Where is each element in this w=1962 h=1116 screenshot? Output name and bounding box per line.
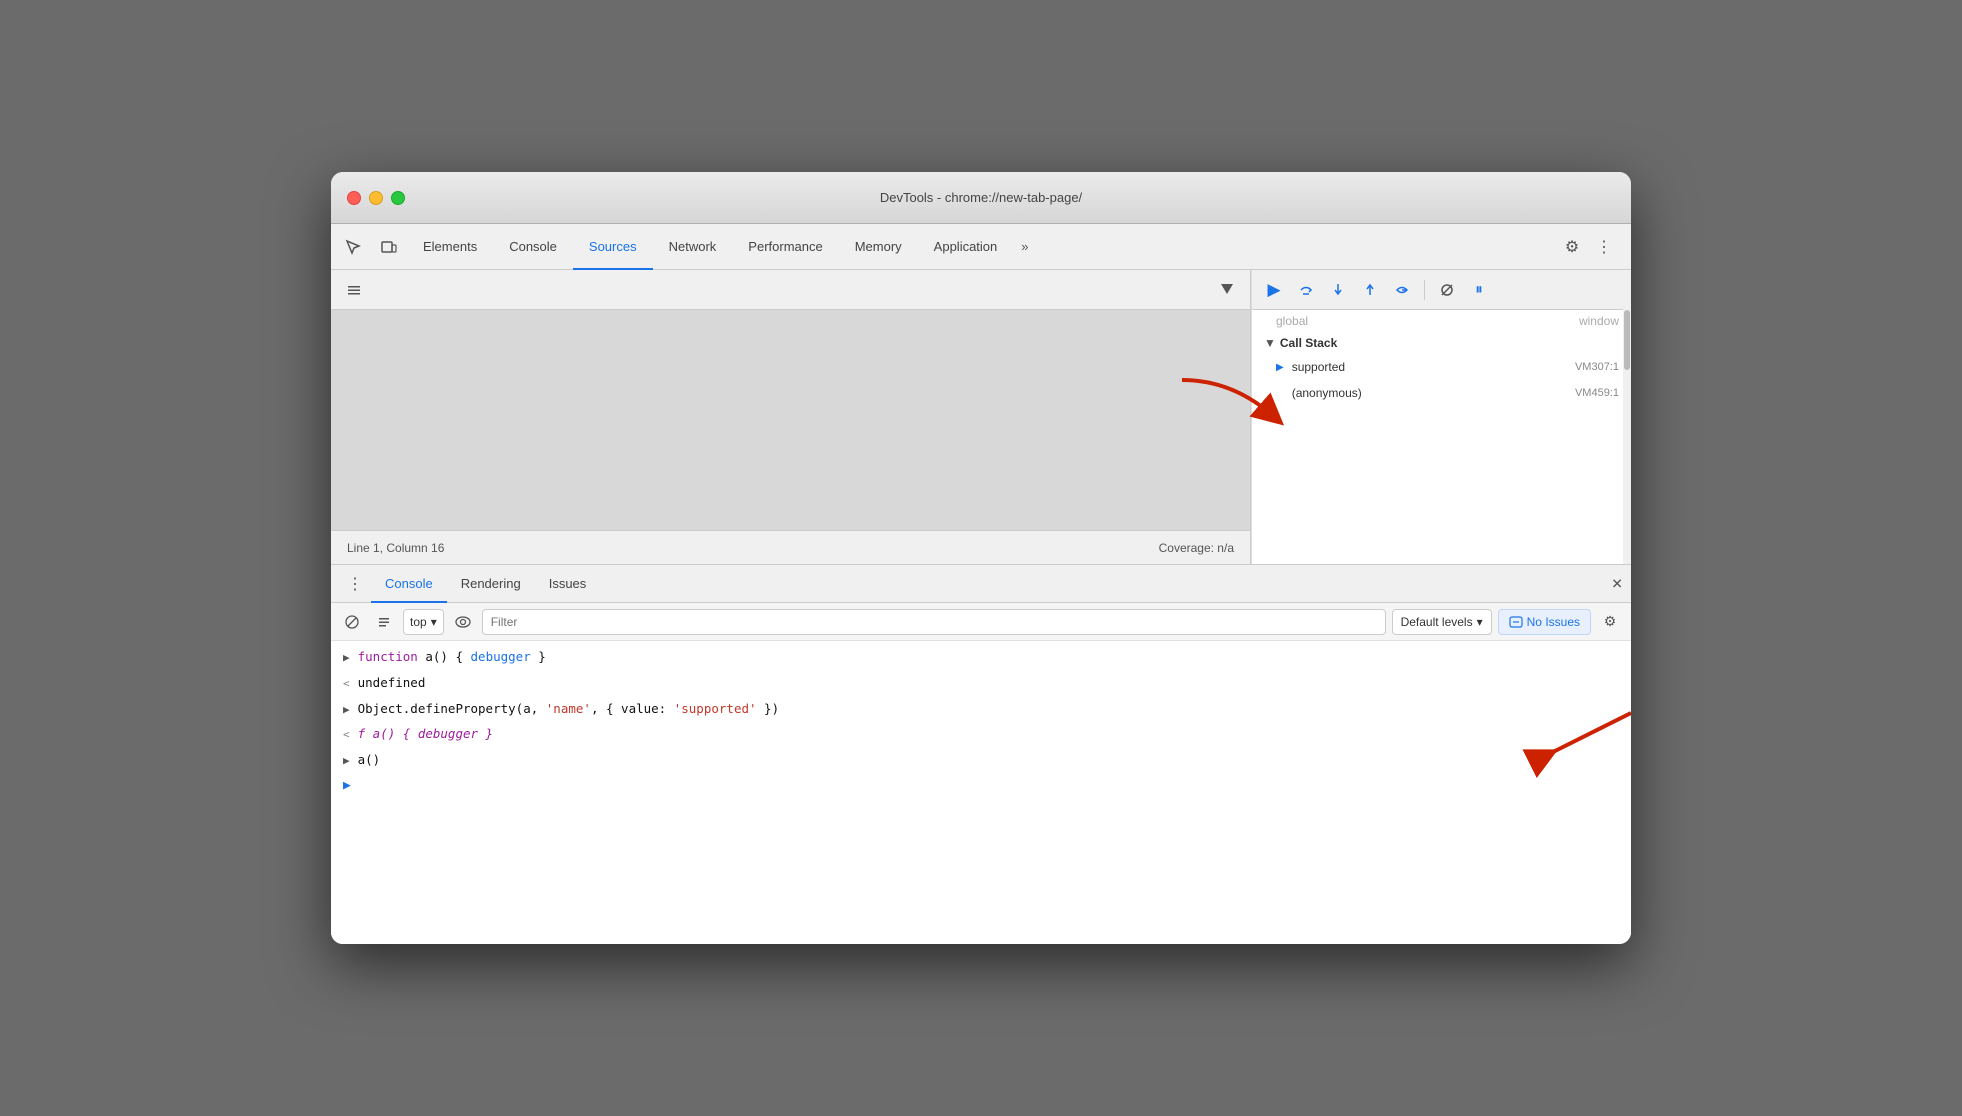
console-toolbar: top ▾ Default levels ▾ No Issues ⚙ [331,603,1631,641]
console-line-4: < f a() { debugger } [331,722,1631,748]
device-toggle-icon[interactable] [371,224,407,269]
result-arrow-4: < [343,727,350,744]
cursor-position: Line 1, Column 16 [347,541,1159,555]
callstack-icon: ▶ [1276,388,1284,399]
devtools-panel: Elements Console Sources Network Perform… [331,224,1631,944]
tab-elements[interactable]: Elements [407,225,493,270]
console-close-button[interactable]: ✕ [1611,575,1623,592]
callstack-header[interactable]: ▼ Call Stack [1252,332,1631,354]
step-over-button[interactable] [1292,276,1320,304]
inspect-icon[interactable] [335,224,371,269]
eye-button[interactable] [450,609,476,635]
tab-more-button[interactable]: » [1013,224,1036,269]
context-selector[interactable]: top ▾ [403,609,444,635]
traffic-lights [347,191,405,205]
debugger-panel: ▶ ⏸ [1251,270,1631,564]
window-title: DevTools - chrome://new-tab-page/ [880,190,1082,205]
ctx-dropdown-icon: ▾ [431,615,437,629]
expand-arrow-3[interactable]: ▶ [343,702,350,719]
tab-application[interactable]: Application [918,225,1014,270]
tab-spacer [1037,224,1549,269]
tab-console[interactable]: Console [493,225,573,270]
filter-input[interactable] [482,609,1386,635]
expand-arrow-1[interactable]: ▶ [343,650,350,667]
tab-sources[interactable]: Sources [573,225,653,270]
sidebar-toggle-button[interactable] [339,275,369,305]
callstack-item-anonymous[interactable]: ▶ (anonymous) VM459:1 [1252,380,1631,406]
status-bar: Line 1, Column 16 Coverage: n/a [331,530,1250,564]
console-prompt[interactable]: ▶ [331,774,1631,798]
step-out-button[interactable] [1356,276,1384,304]
tab-issues[interactable]: Issues [535,566,601,603]
tab-performance[interactable]: Performance [732,225,838,270]
console-settings-button[interactable]: ⚙ [1597,609,1623,635]
tab-memory[interactable]: Memory [839,225,918,270]
console-line-1: ▶ function a() { debugger } [331,645,1631,671]
console-more-button[interactable]: ⋮ [339,565,371,602]
more-options-button[interactable]: ⋮ [1589,232,1619,262]
coverage-status: Coverage: n/a [1159,541,1234,555]
callstack-blurred-row: global window [1252,310,1631,332]
devtools-window: DevTools - chrome://new-tab-page/ Elemen… [331,172,1631,944]
clear-log-button[interactable] [371,609,397,635]
clear-console-button[interactable] [339,609,365,635]
deactivate-breakpoints-button[interactable] [1433,276,1461,304]
pause-on-exceptions-button[interactable]: ⏸ [1465,276,1493,304]
step-button[interactable] [1388,276,1416,304]
step-into-button[interactable] [1324,276,1352,304]
scrollbar-thumb[interactable] [1624,310,1630,370]
console-tab-bar: ⋮ Console Rendering Issues ✕ [331,565,1631,603]
sources-content-area [331,310,1250,530]
title-bar: DevTools - chrome://new-tab-page/ [331,172,1631,224]
expand-arrow-5[interactable]: ▶ [343,753,350,770]
callstack-item-supported[interactable]: ▶ supported VM307:1 [1252,354,1631,380]
devtools-tab-bar: Elements Console Sources Network Perform… [331,224,1631,270]
debugger-toolbar: ▶ ⏸ [1252,270,1631,310]
log-levels-button[interactable]: Default levels ▾ [1392,609,1492,635]
no-issues-button[interactable]: No Issues [1498,609,1591,635]
sources-panel: Line 1, Column 16 Coverage: n/a [331,270,1251,564]
console-output: ▶ function a() { debugger } < undefined … [331,641,1631,944]
console-area: ⋮ Console Rendering Issues ✕ [331,564,1631,944]
prompt-arrow: ▶ [343,778,351,793]
callstack-current-icon: ▶ [1276,362,1284,373]
tab-rendering[interactable]: Rendering [447,566,535,603]
scrollbar-track[interactable] [1623,270,1631,564]
sources-toolbar [331,270,1250,310]
console-line-2: < undefined [331,671,1631,697]
console-line-5: ▶ a() [331,748,1631,774]
tab-console-bottom[interactable]: Console [371,566,447,603]
minimize-button[interactable] [369,191,383,205]
console-line-3: ▶ Object.defineProperty(a, 'name' , { va… [331,697,1631,723]
result-arrow-2: < [343,676,350,693]
levels-dropdown-icon: ▾ [1477,615,1483,629]
tab-network[interactable]: Network [653,225,733,270]
main-content: Line 1, Column 16 Coverage: n/a ▶ [331,270,1631,564]
close-button[interactable] [347,191,361,205]
toolbar-divider [1424,280,1425,300]
resume-button[interactable]: ▶ [1260,276,1288,304]
callstack-collapse-icon: ▼ [1264,336,1276,350]
toolbar-right: ⚙ ⋮ [1549,224,1627,269]
maximize-button[interactable] [391,191,405,205]
settings-button[interactable]: ⚙ [1557,232,1587,262]
sources-more-button[interactable] [1212,275,1242,305]
